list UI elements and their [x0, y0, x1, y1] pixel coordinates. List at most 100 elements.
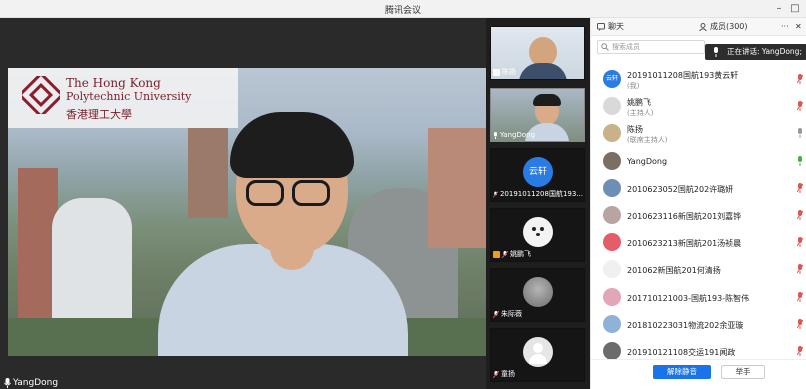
member-role: (联席主持人) [627, 136, 668, 145]
main-speaker-video[interactable]: The Hong Kong Polytechnic University 香港理… [8, 68, 486, 356]
participant-hair [533, 94, 561, 106]
member-name: 201710121003-国航193-陈智伟 [627, 293, 750, 303]
member-row[interactable]: 2010623052国航202许璐妍 [591, 175, 806, 202]
unmute-all-button[interactable]: 解除静音 [653, 365, 711, 379]
participant-avatar: 云轩 [523, 157, 553, 187]
member-name: 201062新国航201何清扬 [627, 266, 721, 276]
member-avatar [603, 151, 621, 170]
mic-icon [714, 47, 718, 57]
member-row[interactable]: YangDong [591, 148, 806, 175]
thumbnail-avatar-6[interactable]: 童扬 [490, 328, 585, 382]
background-building [428, 128, 486, 248]
thumbnail-label: 朱际薇 [493, 309, 522, 319]
participant-avatar [523, 337, 553, 367]
member-avatar: 云轩 [603, 70, 621, 88]
mic-muted-icon [502, 250, 508, 258]
member-avatar [603, 206, 621, 224]
member-name: 2010623116新国航201刘嘉铧 [627, 212, 742, 221]
mic-muted-icon[interactable] [797, 346, 803, 356]
member-row[interactable]: 2010623116新国航201刘嘉铧 [591, 202, 806, 229]
logo-line-3: 香港理工大學 [66, 108, 132, 121]
close-panel-button[interactable]: ✕ [795, 18, 802, 36]
mic-icon [494, 131, 497, 139]
thumbnail-avatar-5[interactable]: 朱际薇 [490, 268, 585, 322]
member-name: 2010623213新国航201汤祯晨 [627, 239, 742, 249]
member-search-input[interactable]: 搜索成员 [597, 40, 705, 54]
more-options-button[interactable]: ··· [781, 18, 789, 36]
member-name: 20191011208国航193黄云轩 [627, 71, 739, 80]
speaking-tooltip: 正在讲话: YangDong; [705, 44, 806, 60]
video-thumbnail-strip: 陈扬 YangDong 云轩 20191011208国航193... 姚鹏飞 朱… [486, 18, 590, 389]
mic-muted-icon[interactable] [797, 264, 803, 275]
mic-muted-icon[interactable] [797, 210, 803, 220]
tab-members[interactable]: 成员(300) [699, 18, 748, 36]
mic-muted-icon[interactable] [797, 101, 803, 112]
main-speaker-label: YangDong [4, 378, 58, 388]
members-icon [699, 23, 707, 31]
member-row[interactable]: 201062新国航201何清扬 [591, 256, 806, 283]
member-row[interactable]: 201710121003-国航193-陈智伟 [591, 284, 806, 311]
participant-body [519, 63, 567, 79]
search-placeholder: 搜索成员 [612, 43, 640, 51]
member-avatar [603, 260, 621, 279]
search-icon [601, 43, 609, 51]
university-logo: The Hong Kong Polytechnic University 香港理… [8, 68, 238, 128]
member-row[interactable]: 20181022303​1物流202余亚璇 [591, 311, 806, 338]
mic-icon[interactable] [797, 128, 803, 139]
main-speaker-name: YangDong [13, 378, 59, 388]
member-row[interactable]: 陈扬 (联席主持人) [591, 120, 806, 147]
mic-icon[interactable] [797, 155, 803, 166]
maximize-button[interactable]: □ [788, 2, 802, 16]
side-panel: 聊天 成员(300) ··· ✕ 搜索成员 正在讲话: YangDong; 云轩… [590, 18, 806, 389]
mic-muted-icon [493, 310, 499, 318]
mic-muted-icon[interactable] [797, 291, 803, 302]
thumbnail-label: 童扬 [493, 369, 515, 379]
title-bar: 腾讯会议 – □ [0, 0, 806, 18]
member-avatar [603, 287, 621, 306]
thumbnail-label: 姚鹏飞 [493, 249, 531, 259]
mic-muted-icon[interactable] [797, 237, 803, 248]
polyu-logo-icon [22, 76, 60, 114]
mic-muted-icon[interactable] [797, 318, 803, 329]
thumbnail-avatar-3[interactable]: 云轩 20191011208国航193... [490, 148, 585, 202]
tab-chat[interactable]: 聊天 [597, 18, 624, 36]
member-name: 20181022303​1物流202余亚璇 [627, 320, 744, 330]
member-avatar [603, 178, 621, 197]
thumbnail-label: YangDong [493, 131, 535, 139]
member-role: (我) [627, 82, 640, 90]
speaker-hair [230, 112, 354, 178]
member-row[interactable]: 2010623213新国航201汤祯晨 [591, 229, 806, 256]
participant-avatar [523, 277, 553, 307]
thumbnail-avatar-4[interactable]: 姚鹏飞 [490, 208, 585, 262]
member-avatar [603, 233, 621, 252]
member-name: 姚鹏飞 [627, 98, 651, 108]
panel-tabs: 聊天 成员(300) ··· ✕ [591, 18, 806, 36]
window-title: 腾讯会议 [384, 6, 421, 16]
mic-muted-icon[interactable] [797, 74, 803, 84]
glasses-left [246, 180, 284, 206]
member-name: 20191012110​8交运191闻政 [627, 348, 736, 357]
member-role: (主持人) [627, 109, 654, 118]
member-row[interactable]: 姚鹏飞 (主持人) [591, 93, 806, 120]
raise-hand-button[interactable]: 举手 [721, 365, 765, 379]
main-video-area: The Hong Kong Polytechnic University 香港理… [0, 18, 486, 389]
mic-muted-icon [493, 370, 499, 378]
member-row[interactable]: 云轩 20191011208国航193黄云轩 (我) [591, 66, 806, 93]
thumbnail-video-2[interactable]: YangDong [490, 88, 585, 142]
logo-line-1: The Hong Kong [66, 76, 161, 90]
thumbnail-video-1[interactable]: 陈扬 [490, 26, 585, 80]
glasses-right [292, 180, 330, 206]
member-name: 陈扬 [627, 125, 643, 135]
mic-muted-icon[interactable] [797, 182, 803, 193]
logo-line-2: Polytechnic University [66, 90, 192, 103]
background-building [188, 128, 228, 218]
member-avatar [603, 342, 621, 360]
member-name: 2010623052国航202许璐妍 [627, 184, 734, 194]
minimize-button[interactable]: – [772, 2, 786, 16]
mic-muted-icon [493, 190, 498, 198]
member-avatar [603, 124, 621, 143]
thumbnail-label: 陈扬 [493, 67, 516, 77]
chat-icon [597, 23, 605, 31]
thumbnail-label: 20191011208国航193... [493, 189, 583, 199]
panel-footer: 解除静音 举手 [591, 359, 806, 389]
